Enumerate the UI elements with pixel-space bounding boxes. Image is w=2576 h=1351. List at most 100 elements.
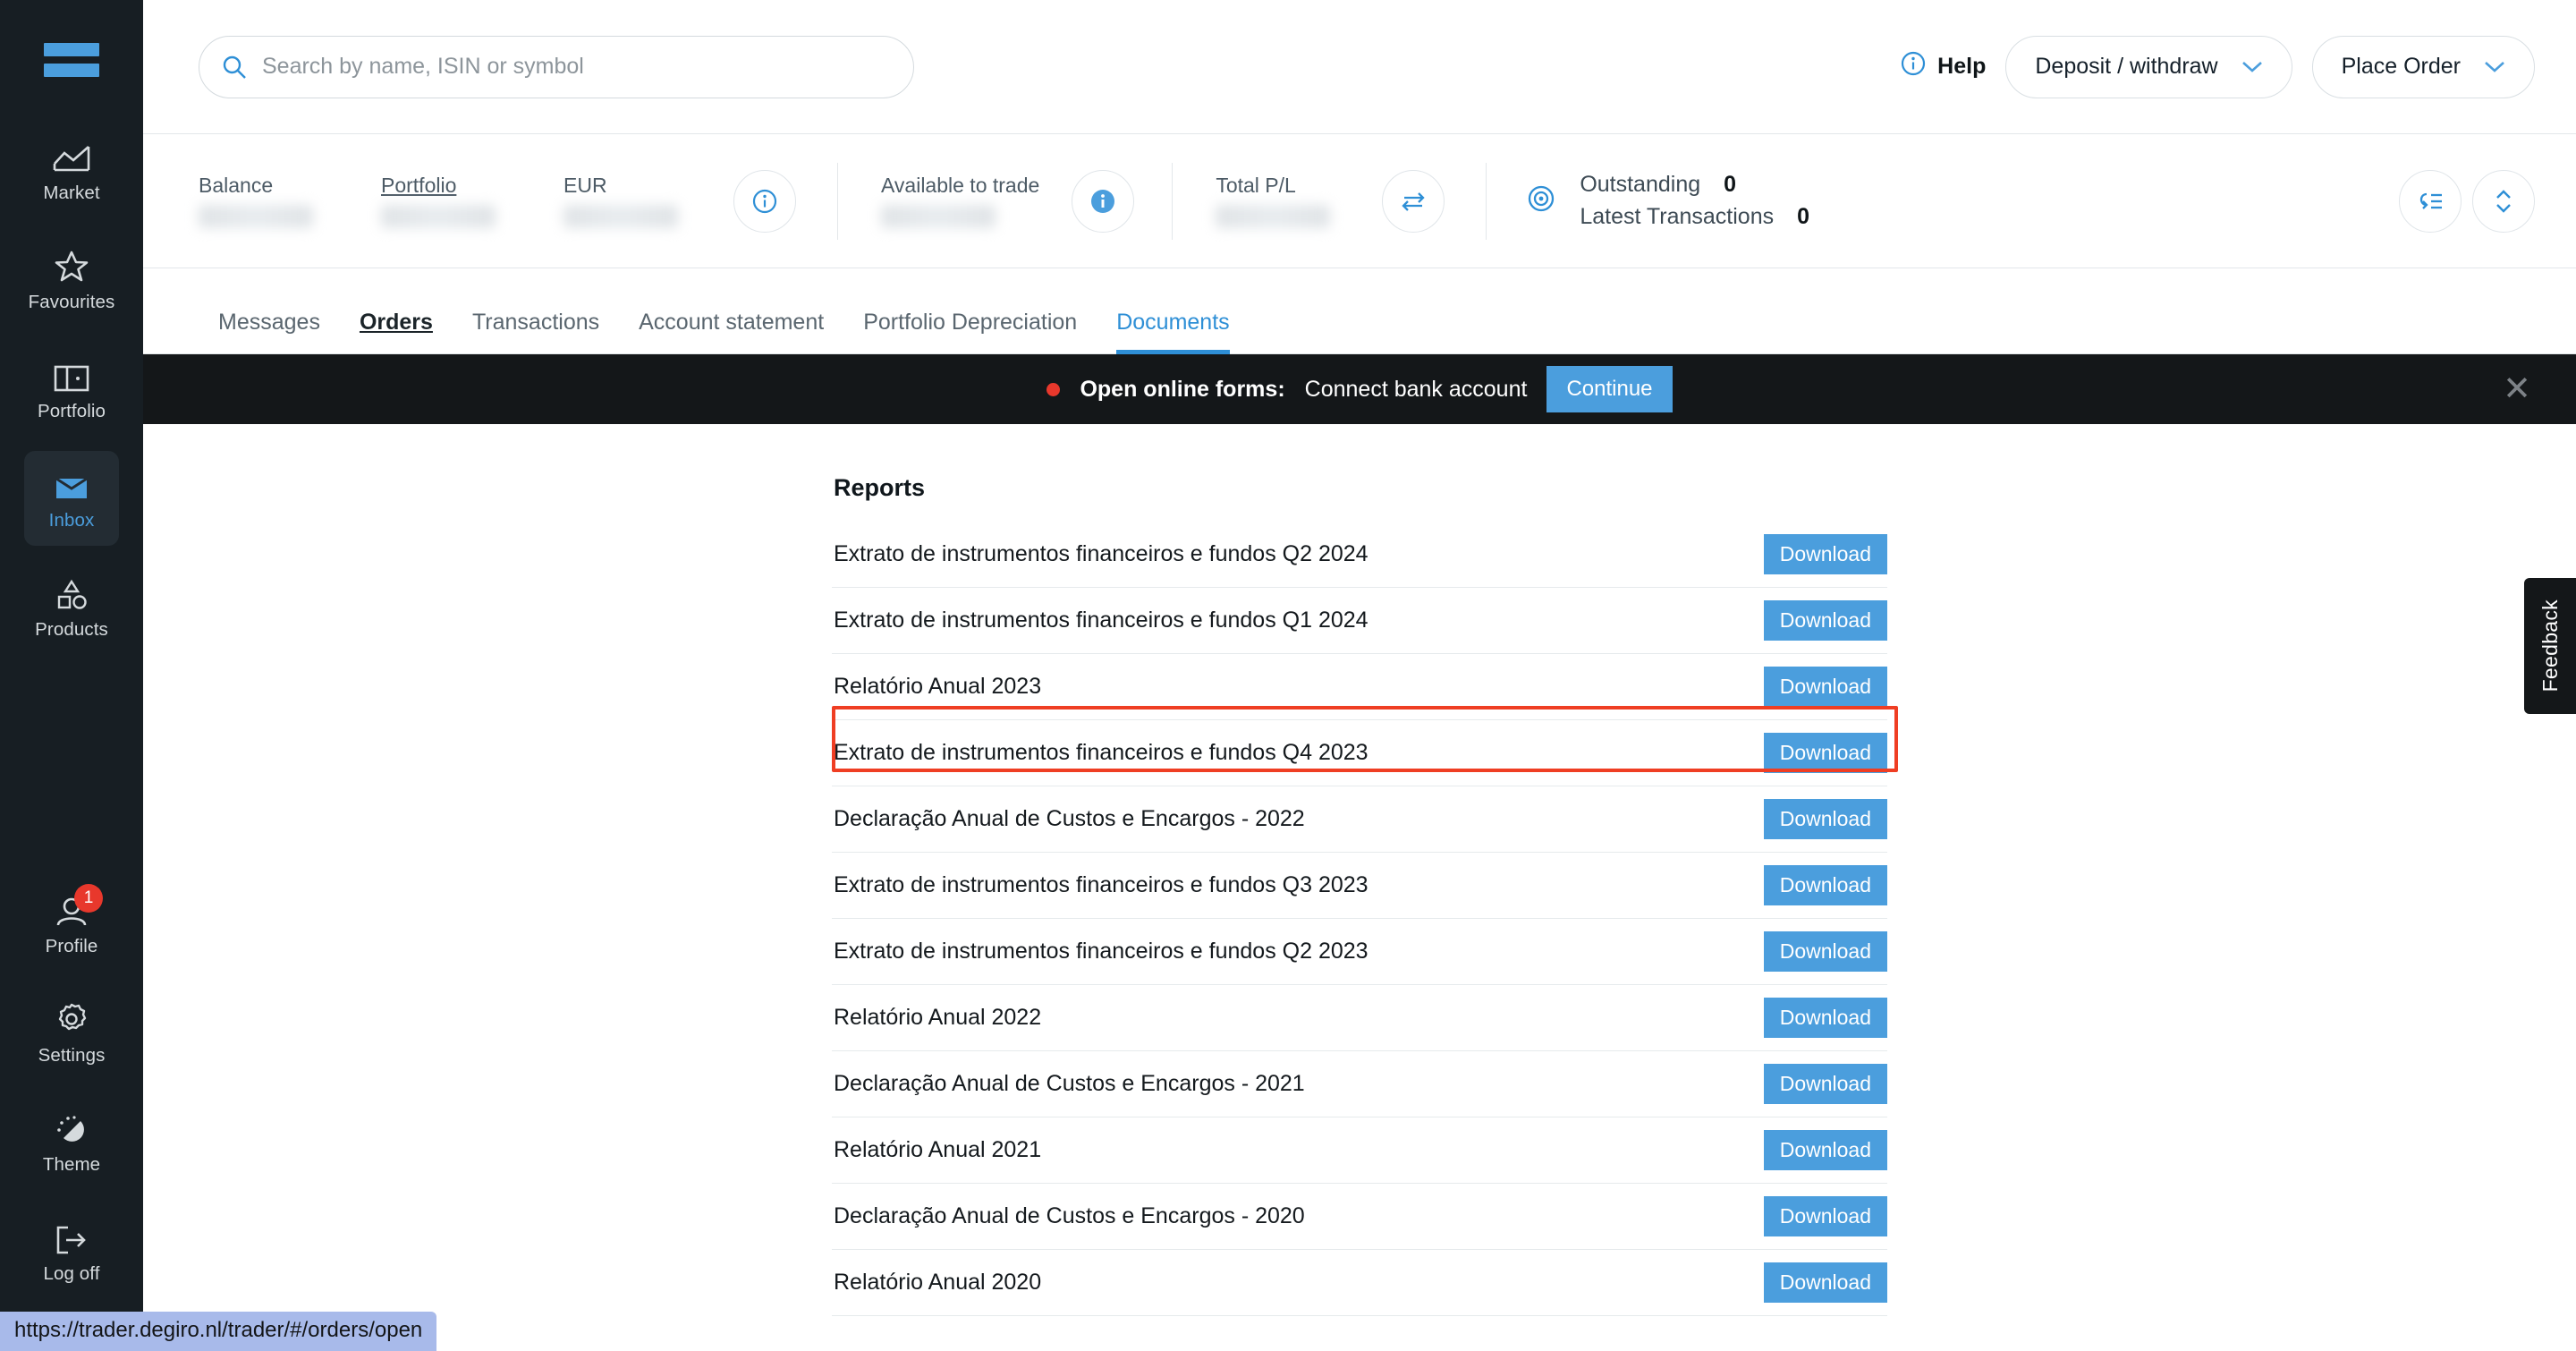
logo-bar-bottom — [44, 64, 99, 77]
deposit-withdraw-button[interactable]: Deposit / withdraw — [2005, 35, 2292, 98]
degiro-logo[interactable] — [44, 43, 99, 77]
download-button[interactable]: Download — [1763, 1063, 1887, 1105]
status-bar-url: https://trader.degiro.nl/trader/#/orders… — [0, 1312, 437, 1351]
place-order-button[interactable]: Place Order — [2311, 35, 2535, 98]
order-list-button[interactable] — [2399, 169, 2462, 233]
place-order-label: Place Order — [2341, 54, 2461, 79]
tab-transactions[interactable]: Transactions — [453, 310, 619, 353]
balance-block: Balance — [199, 174, 313, 228]
help-button[interactable]: Help — [1900, 50, 1986, 83]
sidebar-item-products[interactable]: Products — [24, 560, 119, 655]
sidebar-item-portfolio[interactable]: Portfolio — [24, 342, 119, 437]
star-icon — [54, 248, 89, 284]
tab-orders[interactable]: Orders — [340, 310, 453, 353]
download-button[interactable]: Download — [1763, 533, 1887, 575]
report-name: Extrato de instrumentos financeiros e fu… — [834, 939, 1368, 964]
available-to-trade-block: Available to trade — [881, 174, 1039, 228]
orders-summary-block: Outstanding 0 Latest Transactions 0 — [1526, 172, 1809, 230]
divider — [837, 162, 838, 240]
alert-dot-icon — [1046, 382, 1061, 396]
sidebar-nav-top: Market Favourites Portfolio Inbox Produc… — [0, 123, 143, 669]
inbox-envelope-icon — [54, 466, 89, 502]
balance-value-hidden — [199, 205, 313, 228]
download-button[interactable]: Download — [1763, 930, 1887, 973]
sidebar-item-label: Profile — [45, 935, 98, 956]
download-button[interactable]: Download — [1763, 997, 1887, 1039]
report-row: Relatório Anual 2020 Download — [832, 1250, 1887, 1316]
top-header: Search by name, ISIN or symbol Help Depo… — [143, 0, 2576, 134]
sidebar-item-settings[interactable]: Settings — [24, 986, 119, 1081]
download-button[interactable]: Download — [1763, 864, 1887, 906]
search-placeholder: Search by name, ISIN or symbol — [262, 54, 584, 79]
report-row: Extrato de instrumentos financeiros e fu… — [832, 720, 1887, 786]
download-button[interactable]: Download — [1763, 732, 1887, 774]
sidebar-item-favourites[interactable]: Favourites — [24, 233, 119, 327]
report-name: Declaração Anual de Custos e Encargos - … — [834, 806, 1305, 831]
banner-content: Open online forms: Connect bank account … — [1046, 366, 1673, 412]
tab-portfolio-depreciation[interactable]: Portfolio Depreciation — [843, 310, 1097, 353]
download-button[interactable]: Download — [1763, 666, 1887, 708]
report-name: Declaração Anual de Custos e Encargos - … — [834, 1071, 1305, 1096]
report-name: Relatório Anual 2023 — [834, 674, 1042, 699]
sidebar-item-market[interactable]: Market — [24, 123, 119, 218]
summary-right-actions — [2399, 169, 2535, 233]
swap-currency-button[interactable] — [1382, 169, 1445, 233]
report-row: Declaração Anual de Custos e Encargos - … — [832, 1051, 1887, 1117]
report-row: Extrato de instrumentos financeiros e fu… — [832, 853, 1887, 919]
portfolio-block[interactable]: Portfolio — [381, 174, 496, 228]
divider — [1172, 162, 1174, 240]
report-row: Relatório Anual 2021 Download — [832, 1117, 1887, 1184]
outstanding-row: Outstanding 0 — [1580, 172, 1809, 198]
download-button[interactable]: Download — [1763, 599, 1887, 642]
feedback-label: Feedback — [2538, 599, 2562, 692]
sidebar-item-label: Portfolio — [37, 400, 106, 421]
expand-collapse-button[interactable] — [2472, 169, 2535, 233]
total-pl-value-hidden — [1216, 205, 1331, 228]
sidebar-item-logoff[interactable]: Log off — [24, 1204, 119, 1299]
report-name: Relatório Anual 2022 — [834, 1005, 1042, 1030]
outstanding-counters: Outstanding 0 Latest Transactions 0 — [1580, 172, 1809, 230]
tab-account-statement[interactable]: Account statement — [619, 310, 843, 353]
report-name: Declaração Anual de Custos e Encargos - … — [834, 1203, 1305, 1228]
market-chart-icon — [52, 139, 91, 174]
sidebar-item-profile[interactable]: 1 Profile — [24, 877, 119, 972]
sidebar-item-label: Inbox — [48, 509, 95, 531]
main-area: Search by name, ISIN or symbol Help Depo… — [143, 0, 2576, 1351]
sidebar: Market Favourites Portfolio Inbox Produc… — [0, 0, 143, 1351]
sidebar-nav-bottom: 1 Profile Settings Theme Log off — [0, 877, 143, 1313]
user-icon: 1 — [54, 883, 103, 928]
sidebar-item-inbox[interactable]: Inbox — [24, 451, 119, 546]
download-button[interactable]: Download — [1763, 1262, 1887, 1304]
sidebar-item-label: Products — [35, 618, 108, 640]
balance-info-button[interactable] — [733, 169, 796, 233]
report-row: Extrato de instrumentos financeiros e fu… — [832, 919, 1887, 985]
available-info-button[interactable] — [1072, 169, 1135, 233]
latest-transactions-label: Latest Transactions — [1580, 204, 1775, 229]
available-to-trade-label: Available to trade — [881, 174, 1040, 197]
reports-section: Reports Extrato de instrumentos financei… — [832, 424, 1887, 1316]
report-name: Relatório Anual 2021 — [834, 1137, 1042, 1162]
report-row: Declaração Anual de Custos e Encargos - … — [832, 786, 1887, 853]
banner-title: Open online forms: — [1080, 376, 1285, 402]
report-name: Relatório Anual 2020 — [834, 1270, 1042, 1295]
feedback-tab[interactable]: Feedback — [2524, 578, 2576, 714]
portfolio-label: Portfolio — [381, 174, 457, 197]
search-input[interactable]: Search by name, ISIN or symbol — [199, 35, 914, 98]
tab-documents[interactable]: Documents — [1097, 310, 1249, 354]
reports-list: Extrato de instrumentos financeiros e fu… — [832, 522, 1887, 1316]
reports-heading: Reports — [834, 474, 926, 501]
continue-button[interactable]: Continue — [1546, 366, 1673, 412]
download-button[interactable]: Download — [1763, 1129, 1887, 1171]
header-actions: Help Deposit / withdraw Place Order — [1900, 35, 2535, 98]
close-icon[interactable]: ✕ — [2503, 372, 2531, 406]
help-label: Help — [1937, 54, 1987, 79]
sidebar-item-label: Market — [43, 182, 100, 203]
tab-messages[interactable]: Messages — [199, 310, 340, 353]
app-root: Market Favourites Portfolio Inbox Produc… — [0, 0, 2576, 1351]
outstanding-value: 0 — [1724, 172, 1737, 197]
download-button[interactable]: Download — [1763, 1195, 1887, 1237]
currency-block: EUR — [564, 174, 678, 228]
download-button[interactable]: Download — [1763, 798, 1887, 840]
sidebar-item-theme[interactable]: Theme — [24, 1095, 119, 1190]
total-pl-block: Total P/L — [1216, 174, 1331, 228]
